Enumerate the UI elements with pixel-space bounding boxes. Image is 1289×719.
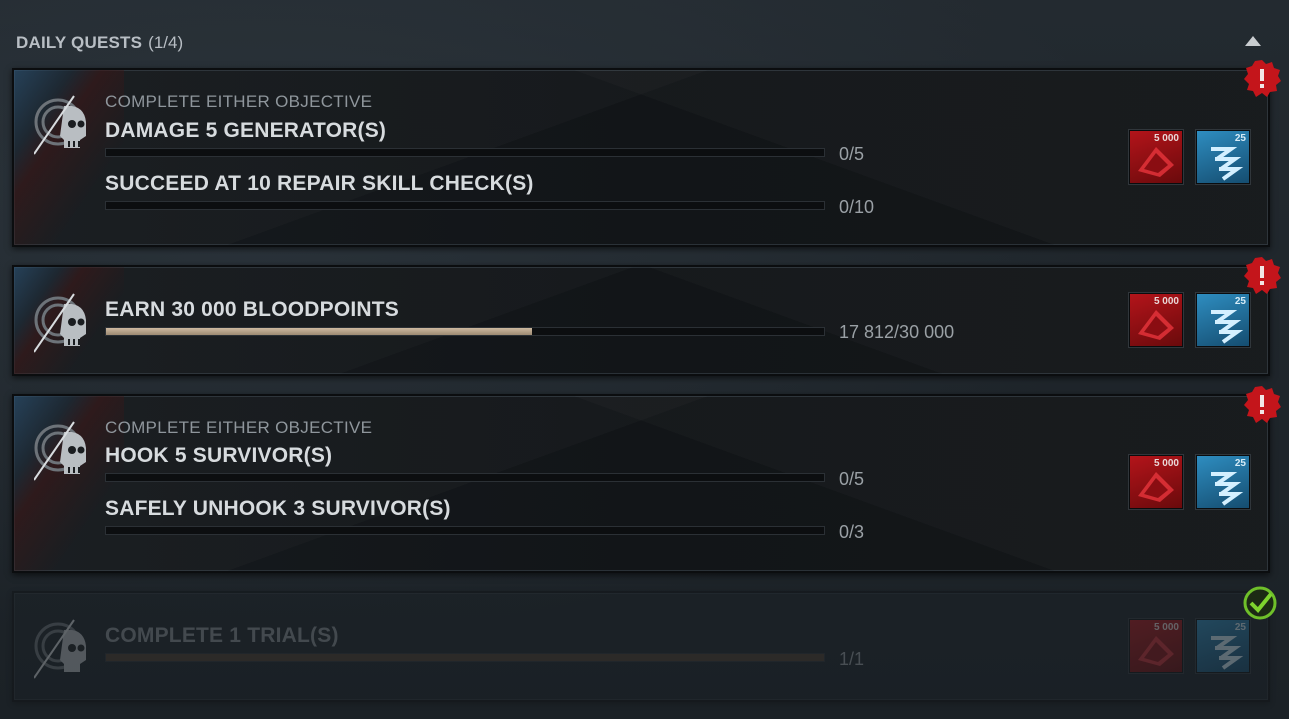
rift-fragment-reward[interactable]: 25 — [1196, 130, 1250, 184]
rift-fragment-reward[interactable]: 25 — [1196, 619, 1250, 673]
quest-panel: DAILY QUESTS (1/4) COMPLETE EITHER OBJEC… — [0, 0, 1289, 719]
alert-icon — [1244, 257, 1281, 294]
progress-fill — [106, 328, 533, 335]
collapse-arrow-icon[interactable] — [1244, 35, 1262, 47]
skull-emblem-icon — [34, 619, 86, 679]
progress-text: 0/5 — [839, 144, 865, 164]
reward-amount: 5 000 — [1153, 133, 1179, 144]
progress-bar — [105, 526, 825, 535]
progress-text: 0/5 — [839, 469, 865, 489]
alert-icon — [1244, 386, 1281, 423]
skull-emblem-icon — [34, 95, 86, 155]
bloodpoints-reward[interactable]: 5 000 — [1129, 130, 1183, 184]
reward-amount: 5 000 — [1153, 296, 1179, 307]
quest-subtitle: COMPLETE EITHER OBJECTIVE — [105, 418, 373, 437]
quest-card-3[interactable]: COMPLETE EITHER OBJECTIVE HOOK 5 SURVIVO… — [12, 386, 1281, 573]
progress-fill — [106, 654, 824, 661]
daily-quests-header[interactable]: DAILY QUESTS (1/4) — [16, 31, 183, 55]
quest-card-1[interactable]: COMPLETE EITHER OBJECTIVE DAMAGE 5 GENER… — [12, 60, 1281, 247]
reward-amount: 25 — [1234, 133, 1246, 144]
reward-amount: 5 000 — [1153, 622, 1179, 633]
reward-amount: 25 — [1234, 622, 1246, 633]
progress-bar — [105, 327, 825, 336]
objective-label: EARN 30 000 BLOODPOINTS — [105, 298, 400, 321]
reward-amount: 25 — [1234, 296, 1246, 307]
progress-bar — [105, 473, 825, 482]
rift-fragment-reward[interactable]: 25 — [1196, 455, 1250, 509]
progress-bar — [105, 653, 825, 662]
objective-label: DAMAGE 5 GENERATOR(S) — [105, 119, 387, 142]
header-title: DAILY QUESTS — [16, 33, 143, 52]
bloodpoints-reward[interactable]: 5 000 — [1129, 455, 1183, 509]
progress-text: 17 812/30 000 — [839, 322, 955, 342]
reward-amount: 5 000 — [1153, 458, 1179, 469]
header-count: (1/4) — [148, 33, 184, 52]
checkmark-icon — [1243, 586, 1277, 620]
objective-label: SUCCEED AT 10 REPAIR SKILL CHECK(S) — [105, 172, 534, 195]
objective-label: HOOK 5 SURVIVOR(S) — [105, 444, 333, 467]
quest-card-2[interactable]: EARN 30 000 BLOODPOINTS 17 812/30 000 5 … — [12, 257, 1281, 376]
progress-text: 0/10 — [839, 197, 875, 217]
progress-bar — [105, 201, 825, 210]
quest-subtitle: COMPLETE EITHER OBJECTIVE — [105, 92, 373, 111]
bloodpoints-reward[interactable]: 5 000 — [1129, 293, 1183, 347]
rift-fragment-reward[interactable]: 25 — [1196, 293, 1250, 347]
objective-label: COMPLETE 1 TRIAL(S) — [105, 624, 339, 647]
progress-text: 1/1 — [839, 649, 865, 669]
skull-emblem-icon — [34, 421, 86, 481]
skull-emblem-icon — [34, 293, 86, 353]
progress-text: 0/3 — [839, 522, 865, 542]
progress-bar — [105, 148, 825, 157]
alert-icon — [1244, 60, 1281, 97]
objective-label: SAFELY UNHOOK 3 SURVIVOR(S) — [105, 497, 451, 520]
bloodpoints-reward[interactable]: 5 000 — [1129, 619, 1183, 673]
reward-amount: 25 — [1234, 458, 1246, 469]
quest-card-4[interactable]: COMPLETE 1 TRIAL(S) 1/1 5 000 25 — [12, 591, 1270, 702]
